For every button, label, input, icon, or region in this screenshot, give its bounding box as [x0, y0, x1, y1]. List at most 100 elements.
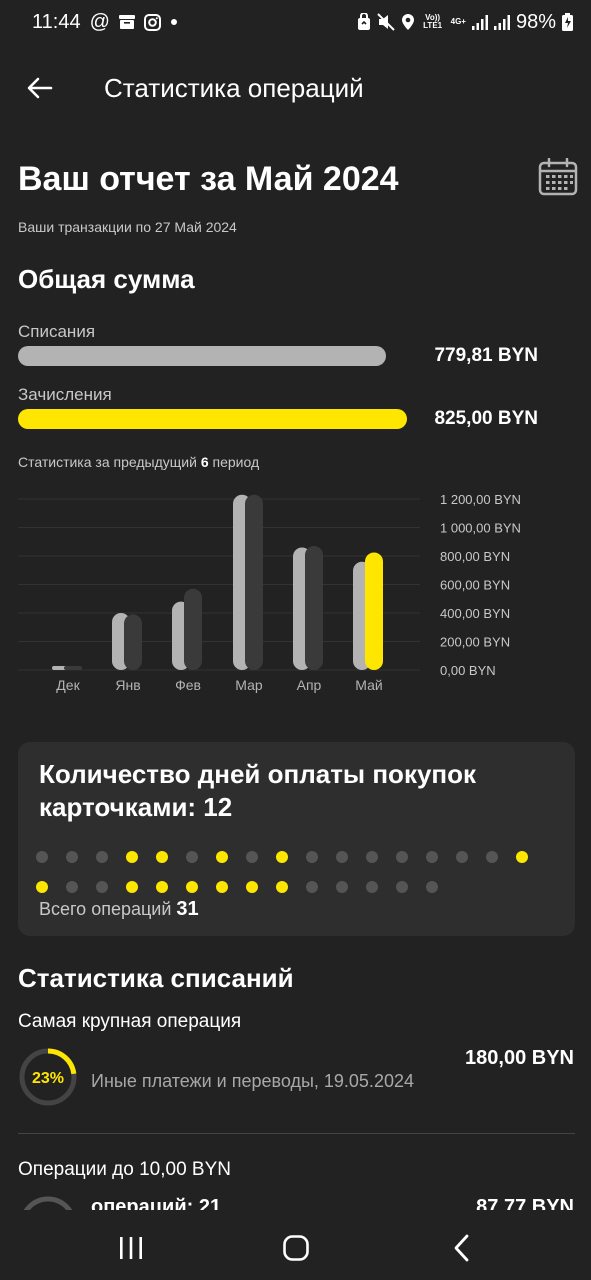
instagram-icon — [143, 13, 161, 31]
day-dot — [336, 851, 348, 863]
page-title: Статистика операций — [104, 72, 364, 103]
report-title: Ваш отчет за Май 2024 — [18, 160, 399, 198]
day-dot-active — [246, 881, 258, 893]
at-sign-icon: @ — [89, 10, 110, 33]
day-dot — [396, 881, 408, 893]
largest-operation-label: Самая крупная операция — [18, 1011, 242, 1032]
status-left: 11:44 @ — [32, 11, 178, 34]
day-dot — [96, 881, 108, 893]
home-icon — [283, 1235, 309, 1261]
day-dot — [366, 851, 378, 863]
chart-bar-credit — [245, 494, 263, 670]
status-right: Vo)) LTE1 4G+ 98% — [357, 11, 573, 34]
day-dot — [306, 851, 318, 863]
day-dot — [66, 851, 78, 863]
day-dot — [456, 851, 468, 863]
battery-percent: 98% — [515, 10, 556, 33]
period-prefix: Статистика за предыдущий — [18, 454, 201, 470]
day-dot-active — [126, 881, 138, 893]
home-button[interactable] — [271, 1228, 321, 1268]
chart-bar-credit — [64, 666, 82, 670]
total-operations-label: Всего операций — [39, 899, 177, 919]
total-section-title: Общая сумма — [18, 264, 195, 294]
notification-dot-icon — [170, 18, 178, 26]
debit-bar — [18, 346, 386, 366]
day-dot-active — [156, 851, 168, 863]
day-dot-active — [156, 881, 168, 893]
card-days-card: Количество дней оплаты покупок карточкам… — [18, 742, 575, 936]
day-dot — [246, 851, 258, 863]
calendar-button[interactable] — [538, 157, 578, 196]
chart-y-tick-label: 800,00 BYN — [440, 549, 510, 564]
day-dot-active — [276, 881, 288, 893]
chart-x-tick-label: Май — [355, 677, 382, 693]
chart-y-tick-label: 0,00 BYN — [440, 663, 496, 678]
debit-label: Списания — [18, 322, 96, 341]
day-dot-active — [36, 881, 48, 893]
day-dot — [36, 851, 48, 863]
total-operations: Всего операций 31 — [39, 898, 199, 921]
total-operations-value: 31 — [176, 898, 199, 920]
day-dot-active — [516, 851, 528, 863]
day-dot-active — [216, 851, 228, 863]
small-operations-label: Операции до 10,00 BYN — [18, 1159, 231, 1180]
day-dot — [426, 851, 438, 863]
chart-y-tick-label: 1 000,00 BYN — [440, 521, 521, 536]
chart-y-tick-label: 200,00 BYN — [440, 635, 510, 650]
day-dot — [66, 881, 78, 893]
back-button[interactable] — [10, 58, 70, 118]
card-days-title: Количество дней оплаты покупок карточкам… — [39, 759, 477, 822]
signal-2-icon — [493, 14, 510, 30]
chart-x-tick-label: Фев — [175, 677, 201, 693]
battery-charging-icon — [562, 13, 573, 31]
arrow-left-icon — [27, 77, 53, 99]
recent-apps-button[interactable] — [106, 1228, 156, 1268]
dot-row-1 — [36, 842, 546, 872]
day-dot — [96, 851, 108, 863]
largest-operation-amount: 180,00 BYN — [465, 1047, 574, 1069]
location-icon — [401, 13, 415, 31]
chart-x-tick-label: Дек — [56, 677, 80, 693]
debit-stats-title: Статистика списаний — [18, 963, 294, 993]
recycle-lock-icon — [357, 13, 371, 31]
divider — [18, 1133, 575, 1134]
chart-y-tick-label: 400,00 BYN — [440, 606, 510, 621]
largest-operation-ring: 23% — [19, 1048, 77, 1106]
chart-bar-credit — [124, 614, 142, 670]
largest-operation-percent: 23% — [32, 1070, 64, 1087]
largest-operation-desc: Иные платежи и переводы, 19.05.2024 — [91, 1071, 414, 1091]
day-dot — [396, 851, 408, 863]
day-dot — [486, 851, 498, 863]
mute-icon — [376, 13, 395, 31]
system-nav-bar — [0, 1210, 591, 1280]
credit-amount: 825,00 BYN — [434, 408, 538, 429]
period-note: Статистика за предыдущий 6 период — [18, 454, 259, 470]
day-dot-active — [276, 851, 288, 863]
credit-label: Зачисления — [18, 385, 112, 404]
status-time: 11:44 — [32, 10, 81, 33]
day-dot — [306, 881, 318, 893]
recent-apps-icon — [120, 1237, 142, 1259]
back-nav-button[interactable] — [437, 1228, 487, 1268]
card-days-dots — [36, 842, 546, 902]
day-dot-active — [126, 851, 138, 863]
chart-x-tick-label: Апр — [297, 677, 322, 693]
period-suffix: период — [208, 454, 260, 470]
chevron-left-icon — [454, 1234, 469, 1262]
credit-bar — [18, 409, 407, 429]
app-header: Статистика операций — [0, 58, 591, 118]
chart-bar-credit — [184, 588, 202, 670]
report-subtitle: Ваши транзакции по 27 Май 2024 — [18, 219, 237, 235]
chart-y-tick-label: 1 200,00 BYN — [440, 492, 521, 507]
chart-x-tick-label: Янв — [115, 677, 140, 693]
day-dot — [426, 881, 438, 893]
debit-amount: 779,81 BYN — [434, 345, 538, 366]
volte-icon: Vo)) LTE1 — [423, 13, 443, 30]
day-dot — [336, 881, 348, 893]
day-dot — [186, 851, 198, 863]
chart-x-tick-label: Мар — [235, 677, 263, 693]
chart-bar-credit — [305, 546, 323, 670]
chart-y-tick-label: 600,00 BYN — [440, 578, 510, 593]
day-dot — [366, 881, 378, 893]
signal-1-icon — [471, 14, 488, 30]
